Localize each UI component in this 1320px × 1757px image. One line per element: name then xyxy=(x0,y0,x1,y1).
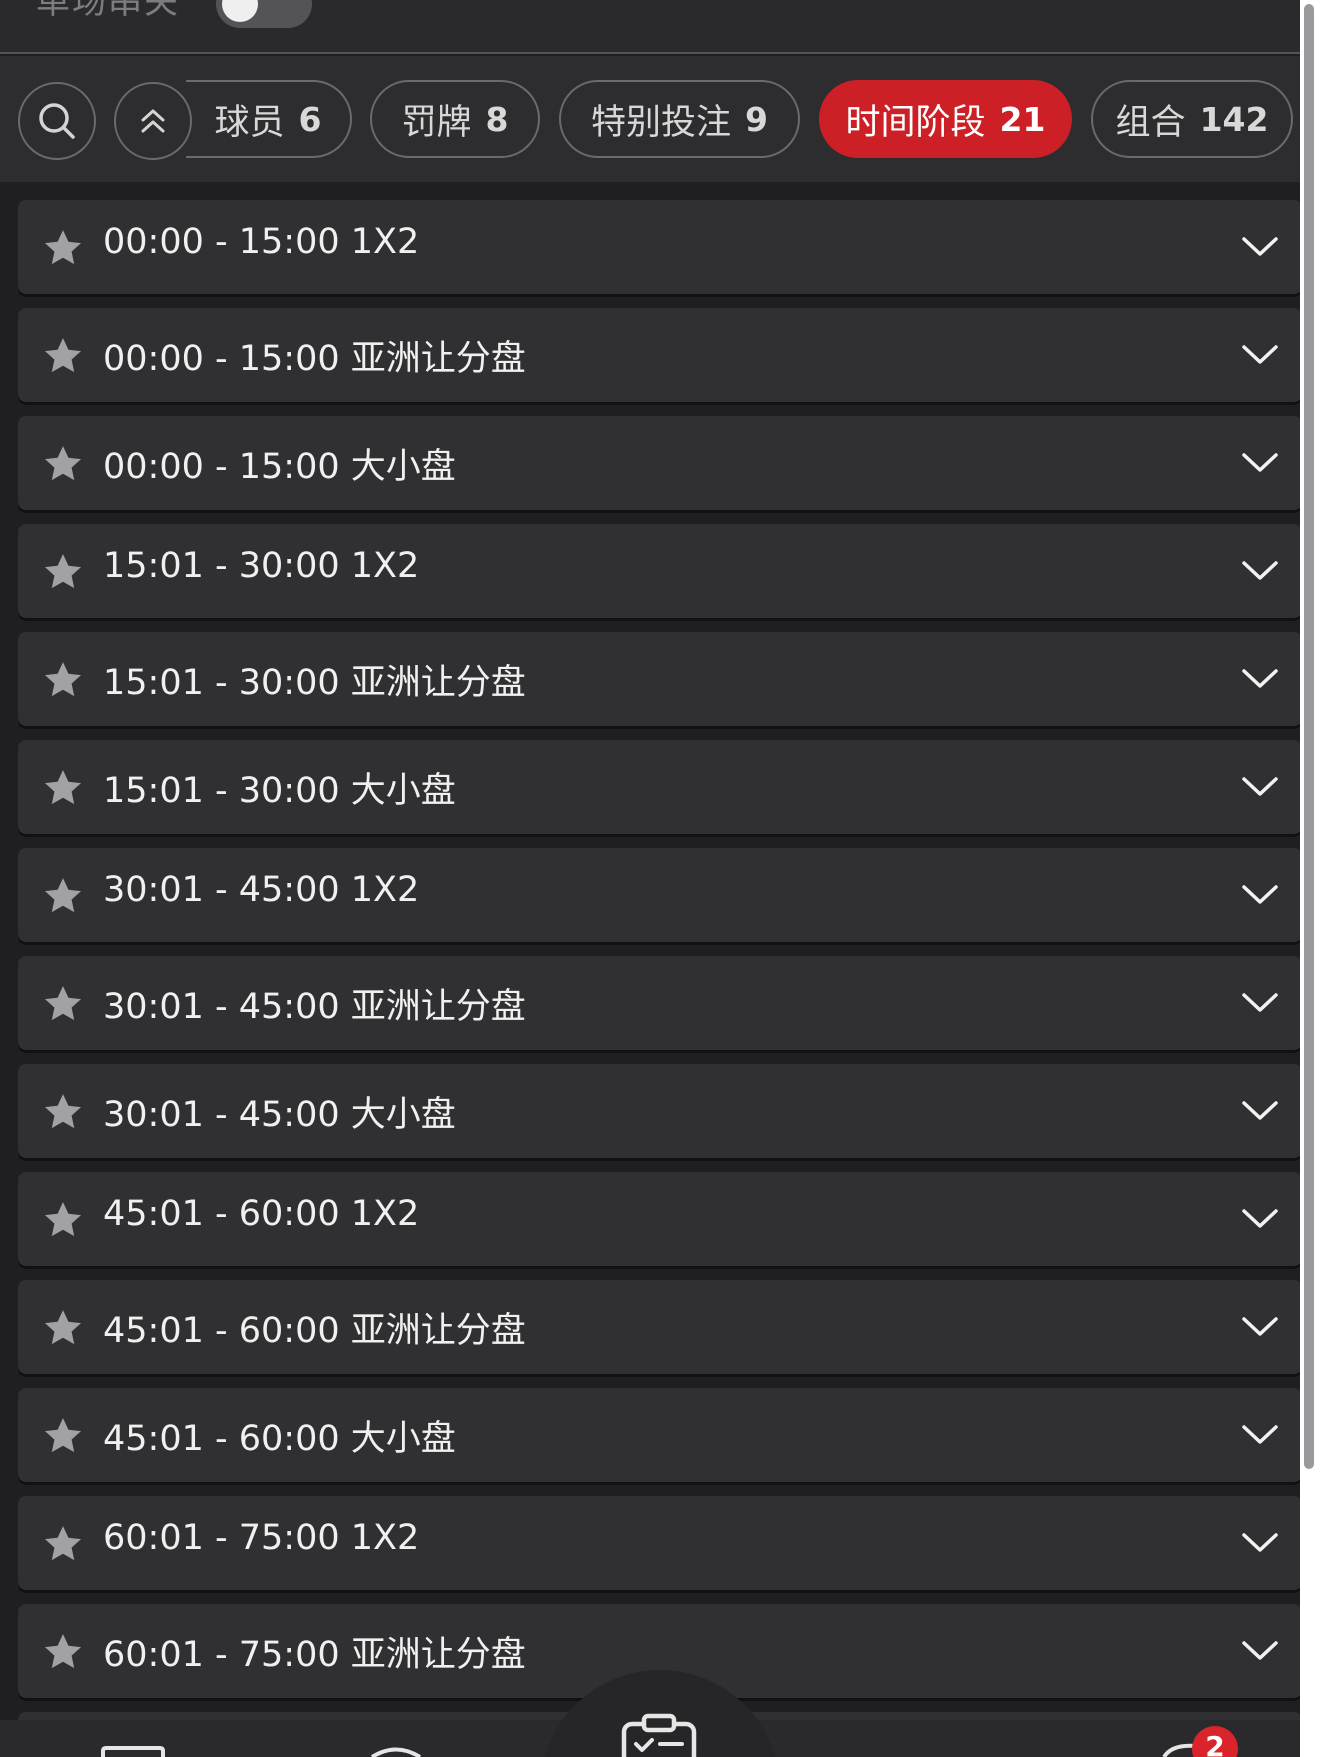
sports-icon[interactable] xyxy=(368,1746,424,1757)
tab-count: 142 xyxy=(1199,99,1269,139)
market-row[interactable]: 00:00 - 15:00 大小盘 xyxy=(18,416,1300,510)
market-title: 15:01 - 30:00 亚洲让分盘 xyxy=(103,663,526,703)
tab-count: 8 xyxy=(485,99,509,139)
tab-label: 特别投注 xyxy=(591,102,732,143)
star-icon[interactable] xyxy=(42,227,84,269)
chevron-down-icon xyxy=(1242,453,1278,472)
toggle-knob xyxy=(222,0,258,22)
chevron-down-icon xyxy=(1242,1317,1278,1336)
tab-label: 时间阶段 xyxy=(845,102,986,143)
star-icon[interactable] xyxy=(42,875,84,917)
tab-count: 6 xyxy=(298,99,322,139)
chevron-down-icon xyxy=(1242,777,1278,796)
star-icon[interactable] xyxy=(42,1523,84,1565)
market-list: 00:00 - 15:00 1X2 00:00 - 15:00 亚洲让分盘 00… xyxy=(0,182,1300,1757)
market-row[interactable]: 60:01 - 75:00 1X2 xyxy=(18,1496,1300,1590)
star-icon[interactable] xyxy=(42,335,84,377)
chevron-down-icon xyxy=(1242,993,1278,1012)
collapse-all-button[interactable] xyxy=(114,82,192,160)
bet-slip-icon[interactable] xyxy=(620,1712,698,1757)
market-title: 45:01 - 60:00 亚洲让分盘 xyxy=(103,1311,526,1351)
star-icon[interactable] xyxy=(42,1091,84,1133)
market-title: 60:01 - 75:00 1X2 xyxy=(103,1518,420,1558)
single-match-label: 单场串关 xyxy=(36,0,180,22)
market-row[interactable]: 30:01 - 45:00 亚洲让分盘 xyxy=(18,956,1300,1050)
market-title: 00:00 - 15:00 亚洲让分盘 xyxy=(103,339,526,379)
chevron-down-icon xyxy=(1242,345,1278,364)
market-title: 30:01 - 45:00 亚洲让分盘 xyxy=(103,987,526,1027)
market-title: 45:01 - 60:00 大小盘 xyxy=(103,1419,456,1459)
star-icon[interactable] xyxy=(42,659,84,701)
double-chevron-up-icon xyxy=(141,109,165,133)
single-match-bar: 单场串关 xyxy=(0,0,1300,54)
chevron-down-icon xyxy=(1242,237,1278,256)
tab-players[interactable]: 球员 6 xyxy=(186,80,352,158)
market-row[interactable]: 30:01 - 45:00 大小盘 xyxy=(18,1064,1300,1158)
market-title: 00:00 - 15:00 大小盘 xyxy=(103,447,456,487)
star-icon[interactable] xyxy=(42,1415,84,1457)
star-icon[interactable] xyxy=(42,1199,84,1241)
market-title: 30:01 - 45:00 大小盘 xyxy=(103,1095,456,1135)
market-row[interactable]: 00:00 - 15:00 亚洲让分盘 xyxy=(18,308,1300,402)
chevron-down-icon xyxy=(1242,885,1278,904)
chevron-down-icon xyxy=(1242,1101,1278,1120)
chevron-down-icon xyxy=(1242,1209,1278,1228)
market-title: 15:01 - 30:00 1X2 xyxy=(103,546,420,586)
tab-count: 21 xyxy=(999,99,1046,139)
star-icon[interactable] xyxy=(42,1307,84,1349)
market-row[interactable]: 45:01 - 60:00 亚洲让分盘 xyxy=(18,1280,1300,1374)
star-icon[interactable] xyxy=(42,551,84,593)
tab-label: 组合 xyxy=(1115,102,1186,143)
tab-label: 球员 xyxy=(214,102,285,143)
chevron-down-icon xyxy=(1242,1641,1278,1660)
chevron-down-icon xyxy=(1242,1533,1278,1552)
single-match-toggle[interactable] xyxy=(216,0,312,28)
tab-count: 9 xyxy=(745,99,768,139)
market-title: 60:01 - 75:00 亚洲让分盘 xyxy=(103,1635,526,1675)
star-icon[interactable] xyxy=(42,443,84,485)
market-filter-bar: 球员 6 罚牌 8 特别投注 9 时间阶段 21 组合 142 xyxy=(0,56,1300,182)
chevron-down-icon xyxy=(1242,669,1278,688)
tab-time-periods[interactable]: 时间阶段 21 xyxy=(819,80,1072,158)
chevron-down-icon xyxy=(1242,561,1278,580)
market-title: 45:01 - 60:00 1X2 xyxy=(103,1194,420,1234)
star-icon[interactable] xyxy=(42,767,84,809)
star-icon[interactable] xyxy=(42,983,84,1025)
tab-specials[interactable]: 特别投注 9 xyxy=(559,80,800,158)
tab-label: 罚牌 xyxy=(401,102,472,143)
market-row[interactable]: 30:01 - 45:00 1X2 xyxy=(18,848,1300,942)
market-row[interactable]: 00:00 - 15:00 1X2 xyxy=(18,200,1300,294)
tab-combos[interactable]: 组合 142 xyxy=(1091,80,1293,158)
market-row[interactable]: 15:01 - 30:00 1X2 xyxy=(18,524,1300,618)
home-icon[interactable] xyxy=(100,1746,166,1757)
search-icon xyxy=(39,103,75,139)
scrollbar[interactable] xyxy=(1300,0,1320,1757)
market-title: 15:01 - 30:00 大小盘 xyxy=(103,771,456,811)
scrollbar-thumb[interactable] xyxy=(1304,4,1314,1469)
tab-cards[interactable]: 罚牌 8 xyxy=(370,80,540,158)
market-row[interactable]: 45:01 - 60:00 1X2 xyxy=(18,1172,1300,1266)
star-icon[interactable] xyxy=(42,1631,84,1673)
market-row[interactable]: 15:01 - 30:00 大小盘 xyxy=(18,740,1300,834)
market-row[interactable]: 15:01 - 30:00 亚洲让分盘 xyxy=(18,632,1300,726)
market-row[interactable]: 45:01 - 60:00 大小盘 xyxy=(18,1388,1300,1482)
chevron-down-icon xyxy=(1242,1425,1278,1444)
search-button[interactable] xyxy=(18,82,96,160)
market-title: 30:01 - 45:00 1X2 xyxy=(103,870,420,910)
market-title: 00:00 - 15:00 1X2 xyxy=(103,222,420,262)
